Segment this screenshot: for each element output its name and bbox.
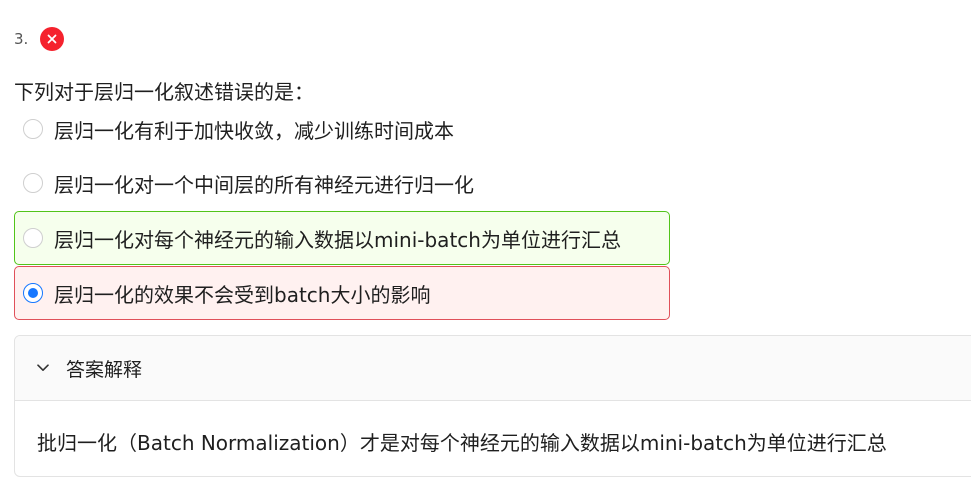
option-label: 层归一化对一个中间层的所有神经元进行归一化 xyxy=(54,172,474,197)
chevron-down-icon xyxy=(37,364,49,372)
close-icon xyxy=(40,27,65,51)
option-label: 层归一化对每个神经元的输入数据以mini-batch为单位进行汇总 xyxy=(54,227,621,252)
radio-button[interactable] xyxy=(23,173,43,193)
question-number: 3. xyxy=(14,30,29,48)
question-header: 3. xyxy=(14,27,65,51)
option-label: 层归一化有利于加快收敛，减少训练时间成本 xyxy=(54,118,454,143)
answer-explanation-panel: 答案解释 批归一化（Batch Normalization）才是对每个神经元的输… xyxy=(14,335,971,477)
option-d-selected-wrong[interactable]: 层归一化的效果不会受到batch大小的影响 xyxy=(14,266,670,320)
question-stem: 下列对于层归一化叙述错误的是： xyxy=(14,80,314,104)
quiz-result-page: 3. 下列对于层归一化叙述错误的是： 层归一化有利于加快收敛，减少训练时间成本 … xyxy=(0,0,971,487)
answer-explanation-title: 答案解释 xyxy=(66,358,143,381)
answer-explanation-toggle[interactable]: 答案解释 xyxy=(15,336,971,401)
answer-explanation-text: 批归一化（Batch Normalization）才是对每个神经元的输入数据以m… xyxy=(37,431,887,455)
option-label: 层归一化的效果不会受到batch大小的影响 xyxy=(54,282,431,307)
radio-button-checked[interactable] xyxy=(23,283,43,303)
radio-button[interactable] xyxy=(23,119,43,139)
option-c-correct-answer[interactable]: 层归一化对每个神经元的输入数据以mini-batch为单位进行汇总 xyxy=(14,211,670,265)
option-a[interactable]: 层归一化有利于加快收敛，减少训练时间成本 xyxy=(14,102,670,156)
option-b[interactable]: 层归一化对一个中间层的所有神经元进行归一化 xyxy=(14,156,670,210)
radio-button[interactable] xyxy=(23,228,43,248)
